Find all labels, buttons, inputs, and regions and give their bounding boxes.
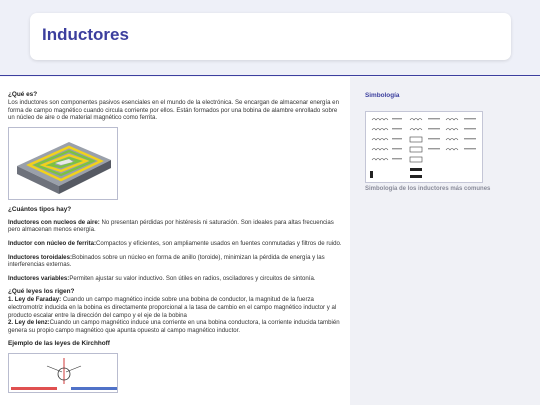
symbology-caption: Simbología de los inductores más comunes	[365, 186, 491, 192]
type-item-ferrite: Inductor con núcleo de ferrita:Compactos…	[8, 240, 342, 248]
types-section: ¿Cuántos tipos hay? Inductores con nucle…	[8, 206, 342, 283]
law-item-name: 2. Ley de lenz:	[8, 319, 50, 327]
type-item-text: Permiten ajustar su valor inductivo. Son…	[69, 274, 316, 282]
types-heading: ¿Cuántos tipos hay?	[8, 205, 72, 213]
type-item-name: Inductor con núcleo de ferrita:	[8, 239, 97, 247]
intro-heading: ¿Qué es?	[8, 91, 38, 98]
planar-inductor-illustration	[17, 141, 111, 194]
laws-section: ¿Qué leyes los rigen? 1. Ley de Faraday:…	[8, 288, 342, 334]
type-item-name: Inductores con nucleos de aire:	[8, 218, 100, 226]
header-band: Inductores	[0, 0, 540, 76]
law-item-text: Cuando un campo magnético induce una cor…	[8, 319, 340, 334]
type-item-name: Inductores toroidales:	[8, 253, 72, 261]
sidebar-title: Simbología	[365, 92, 400, 99]
kirchhoff-circuit-illustration	[11, 358, 117, 391]
type-item-toroidal: Inductores toroidales:Bobinados sobre un…	[8, 254, 342, 269]
page-title: Inductores	[42, 25, 129, 44]
laws-heading: ¿Qué leyes los rigen?	[8, 288, 75, 296]
sidebar: Simbología Simbología de los inductores …	[350, 77, 540, 405]
header-card: Inductores	[30, 13, 511, 60]
type-item-text: Compactos y eficientes, son ampliamente …	[96, 239, 342, 247]
main-content: ¿Qué es? Los inductores son componentes …	[0, 77, 350, 405]
intro-text: Los inductores son componentes pasivos e…	[8, 99, 339, 122]
kirchhoff-heading: Ejemplo de las leyes de Kirchhoff	[8, 340, 110, 348]
kirchhoff-image	[8, 353, 118, 394]
type-item-air: Inductores con nucleos de aire: No prese…	[8, 219, 342, 234]
law-item-name: 1. Ley de Faraday:	[8, 296, 62, 304]
intro-section: ¿Qué es? Los inductores son componentes …	[8, 91, 342, 200]
inductor-symbols-table	[370, 118, 476, 178]
inductor-image	[8, 126, 118, 200]
kirchhoff-section: Ejemplo de las leyes de Kirchhoff	[8, 340, 342, 394]
symbology-image	[365, 111, 483, 183]
type-item-variable: Inductores variables:Permiten ajustar su…	[8, 275, 342, 283]
type-item-name: Inductores variables:	[8, 274, 70, 282]
law-item-lenz: 2. Ley de lenz:Cuando un campo magnético…	[8, 319, 342, 334]
law-item-faraday: 1. Ley de Faraday: Cuando un campo magné…	[8, 296, 342, 319]
